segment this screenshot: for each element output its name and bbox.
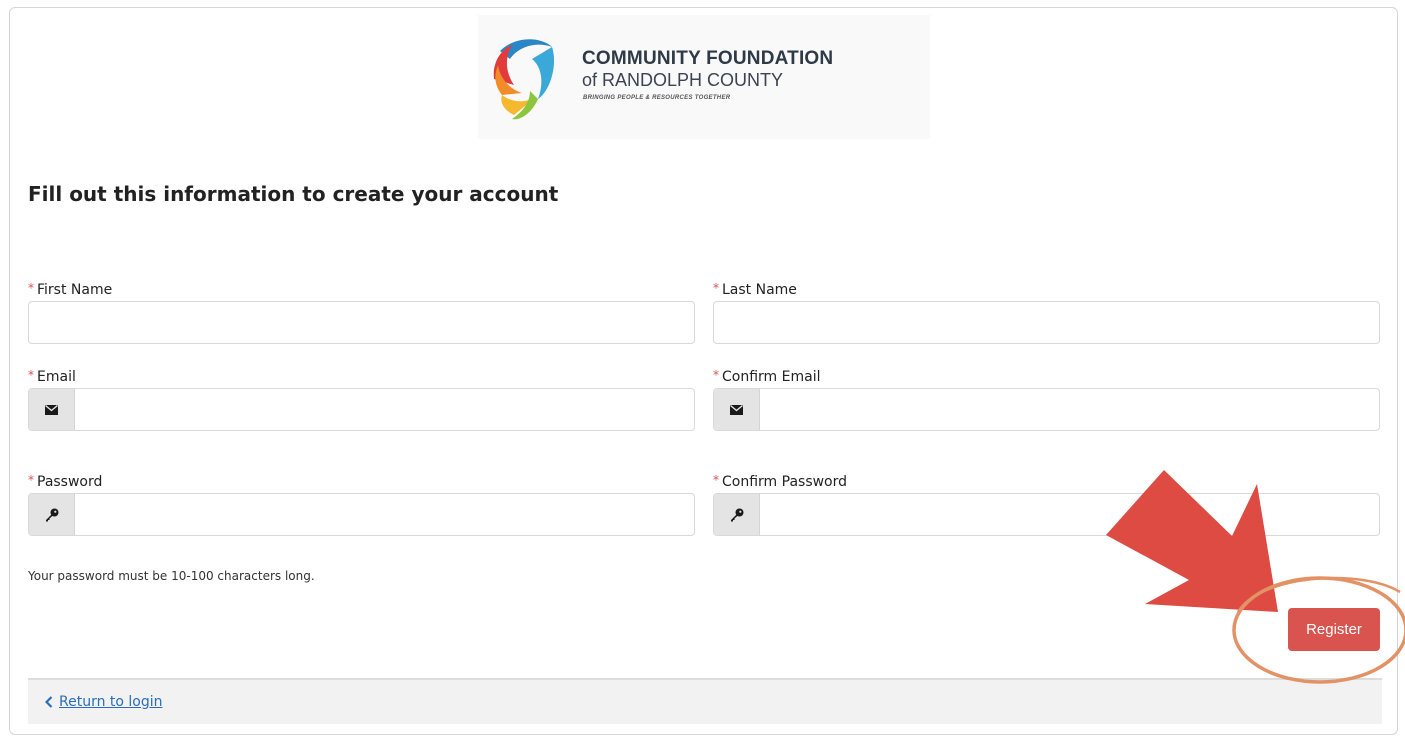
first-name-input[interactable]: [28, 301, 695, 344]
chevron-left-icon: [45, 696, 53, 708]
confirm-email-input-group: [713, 388, 1380, 431]
logo-title: COMMUNITY FOUNDATION: [582, 48, 834, 69]
logo-subtitle: of RANDOLPH COUNTY: [582, 70, 784, 90]
envelope-icon: [29, 389, 75, 430]
registration-card: COMMUNITY FOUNDATION of RANDOLPH COUNTY …: [9, 7, 1398, 735]
required-marker: *: [28, 473, 34, 487]
required-marker: *: [713, 281, 719, 295]
required-marker: *: [713, 473, 719, 487]
first-name-label: * First Name: [28, 281, 113, 298]
email-input-group: [28, 388, 695, 431]
required-marker: *: [713, 368, 719, 382]
email-label: * Email: [28, 368, 76, 385]
confirm-password-input[interactable]: [760, 494, 1379, 535]
confirm-email-field-group: * Confirm Email: [713, 365, 1380, 431]
last-name-field-group: * Last Name: [713, 278, 1380, 344]
confirm-password-field-group: * Confirm Password: [713, 470, 1380, 536]
password-label: * Password: [28, 473, 103, 490]
return-to-login-label: Return to login: [59, 694, 163, 710]
envelope-icon: [714, 389, 760, 430]
logo-tagline: BRINGING PEOPLE & RESOURCES TOGETHER: [583, 95, 731, 101]
first-name-field-group: * First Name: [28, 278, 695, 344]
required-marker: *: [28, 281, 34, 295]
password-help-text: Your password must be 10-100 characters …: [28, 569, 315, 583]
password-field-group: * Password: [28, 470, 695, 536]
required-marker: *: [28, 368, 34, 382]
email-field-group: * Email: [28, 365, 695, 431]
key-icon: [714, 494, 760, 535]
password-input[interactable]: [75, 494, 694, 535]
last-name-input[interactable]: [713, 301, 1380, 344]
return-to-login-link[interactable]: Return to login: [45, 694, 163, 710]
password-input-group: [28, 493, 695, 536]
confirm-email-input[interactable]: [760, 389, 1379, 430]
organization-logo: COMMUNITY FOUNDATION of RANDOLPH COUNTY …: [478, 15, 930, 139]
register-button[interactable]: Register: [1288, 608, 1380, 651]
confirm-password-input-group: [713, 493, 1380, 536]
form-heading: Fill out this information to create your…: [28, 182, 559, 206]
email-input[interactable]: [75, 389, 694, 430]
confirm-email-label: * Confirm Email: [713, 368, 821, 385]
confirm-password-label: * Confirm Password: [713, 473, 848, 490]
swirl-logo-icon: [493, 39, 554, 120]
last-name-label: * Last Name: [713, 281, 797, 298]
key-icon: [29, 494, 75, 535]
card-footer: Return to login: [28, 678, 1382, 724]
